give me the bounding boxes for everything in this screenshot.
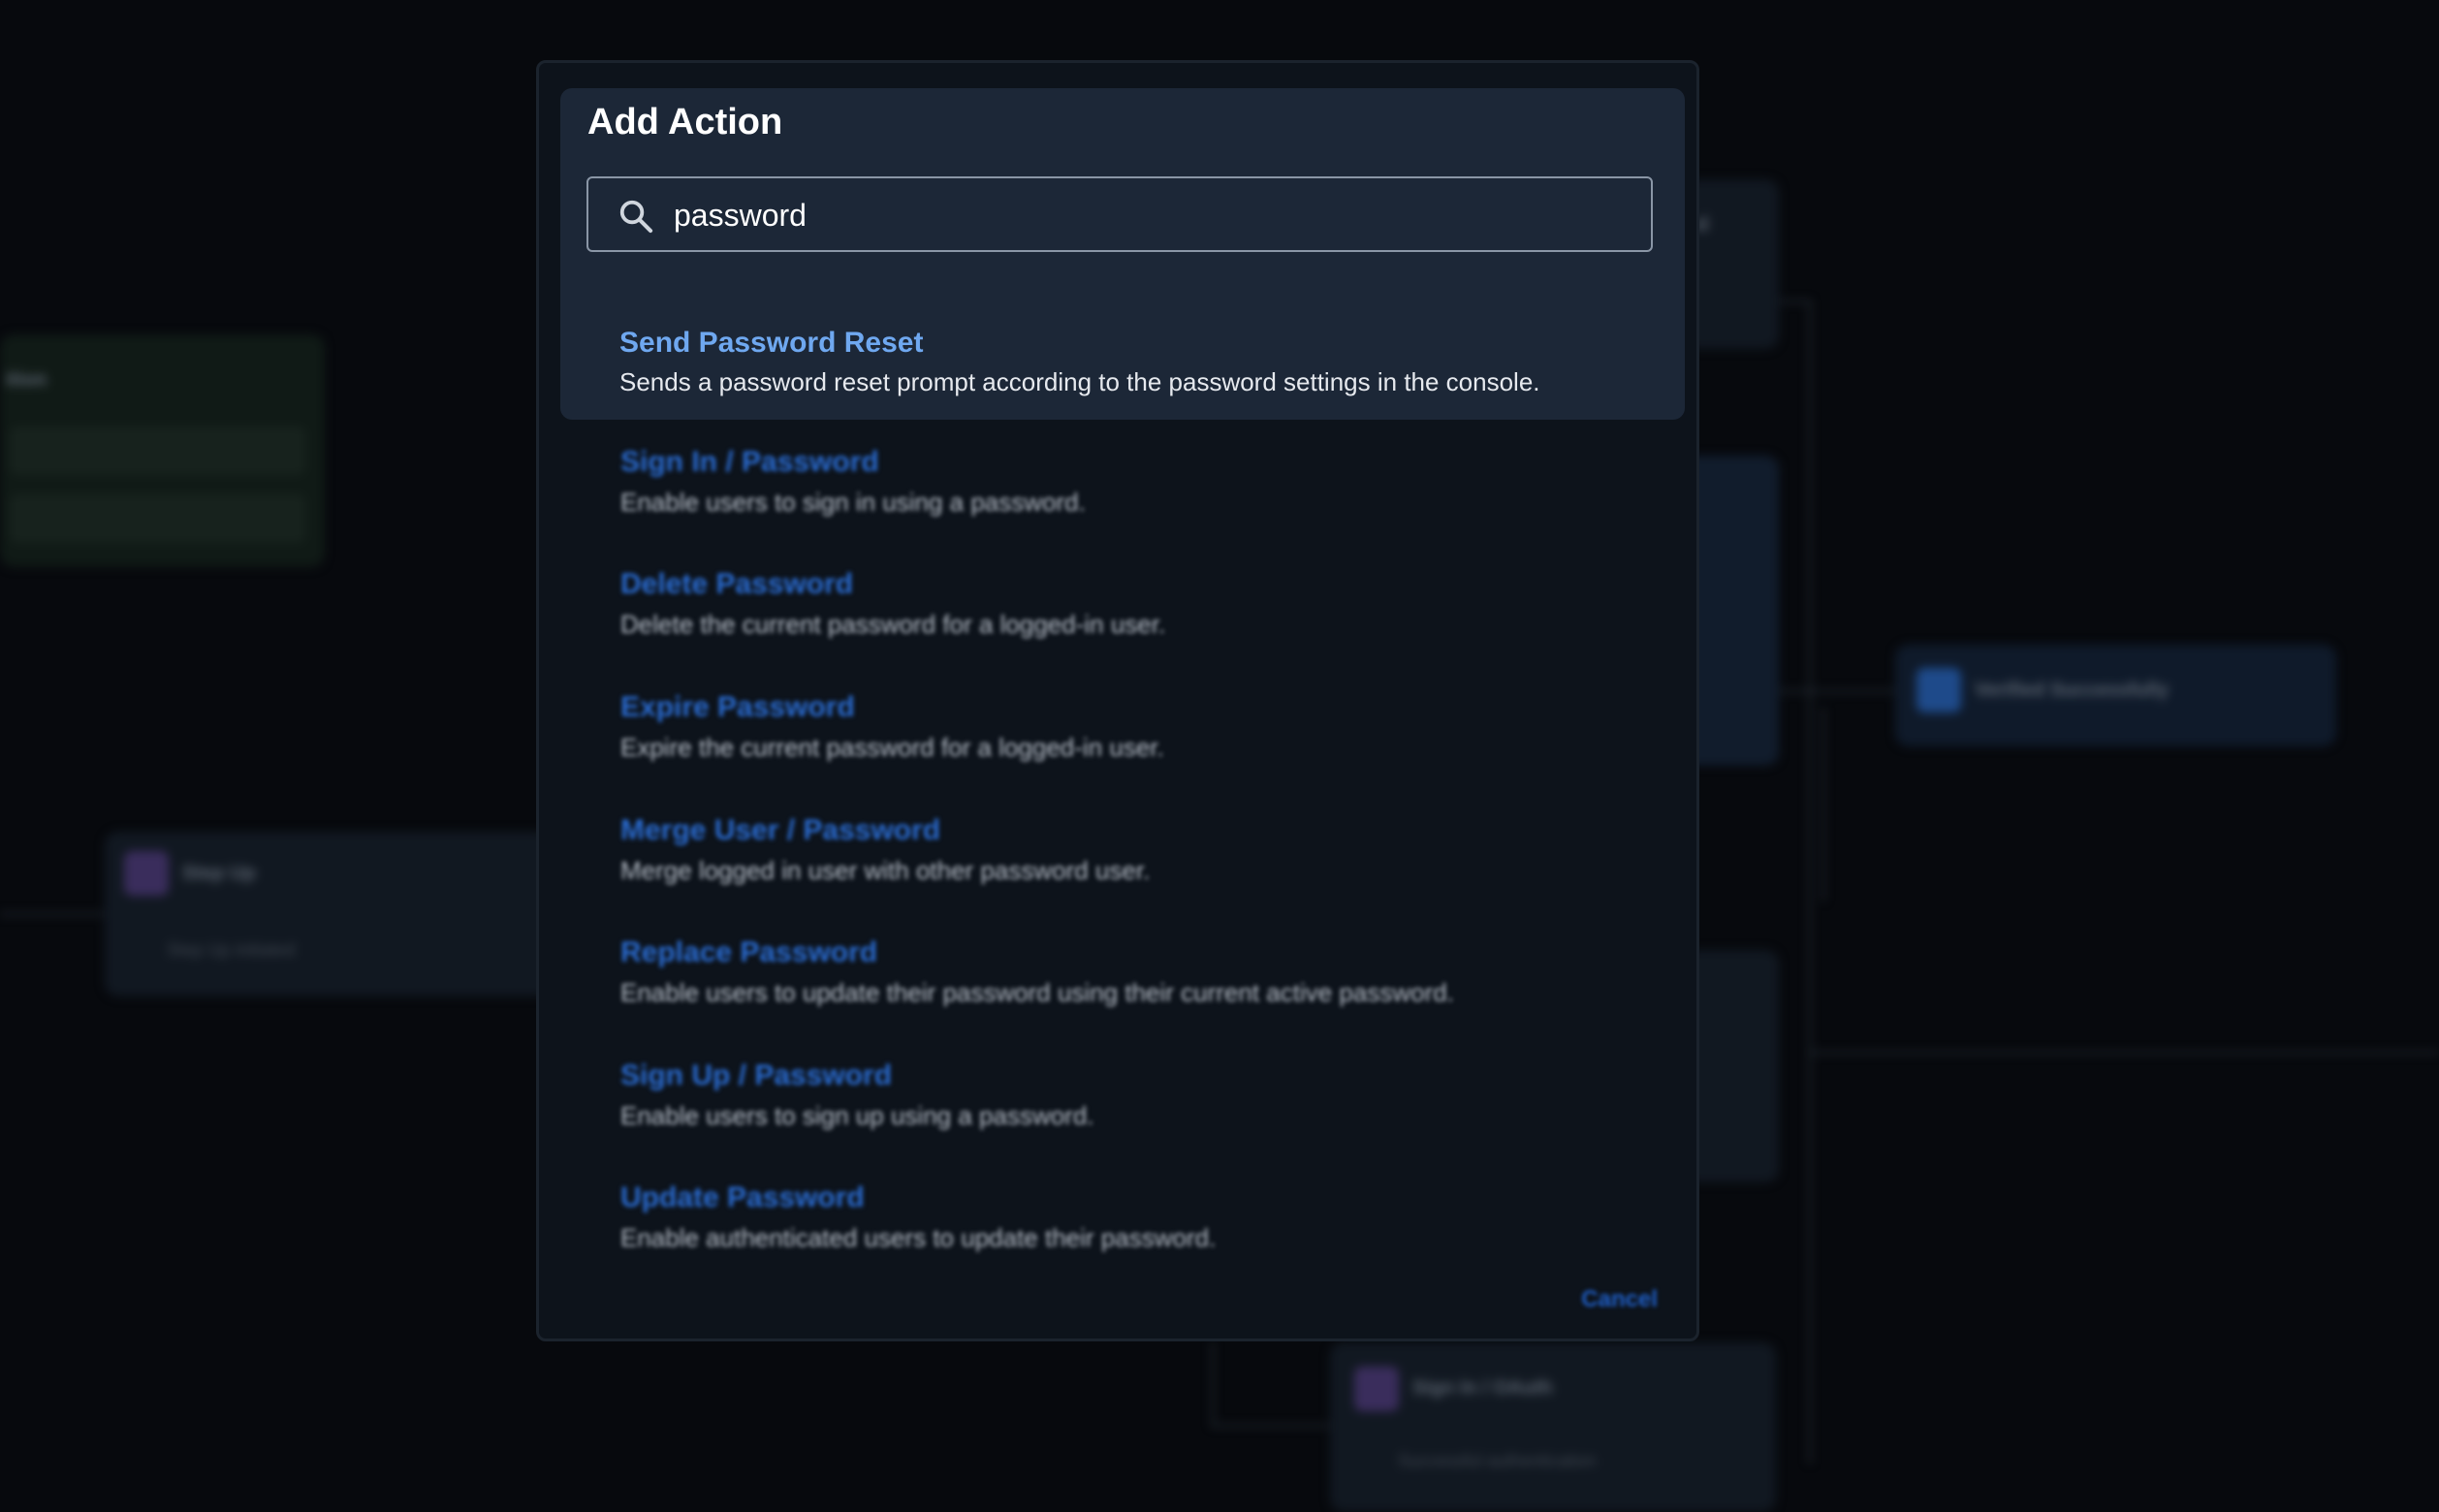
action-item-title: Sign Up / Password xyxy=(620,1059,893,1091)
action-item-title: Delete Password xyxy=(620,568,854,600)
condition-row xyxy=(10,426,305,475)
action-item-update-password[interactable]: Update Password Enable authenticated use… xyxy=(620,1181,1590,1278)
action-item-title: Sign In / Password xyxy=(620,446,879,478)
action-item-title: Merge User / Password xyxy=(620,814,941,846)
action-item-replace-password[interactable]: Replace Password Enable users to update … xyxy=(620,936,1590,1033)
action-item-description: Enable authenticated users to update the… xyxy=(620,1223,1217,1252)
step-up-node: Step Up Step Up initiated xyxy=(105,832,551,996)
connector-line xyxy=(1811,1052,2439,1054)
action-results-list: Sign In / Password Enable users to sign … xyxy=(539,63,1696,1339)
oauth-node-subtitle: Successful authentication xyxy=(1398,1451,1597,1470)
action-item-title: Update Password xyxy=(620,1181,865,1213)
action-item-title: Expire Password xyxy=(620,691,855,723)
connector-line xyxy=(1212,1342,1214,1425)
connector-line xyxy=(1779,300,1810,302)
step-up-node-title: Step Up xyxy=(182,863,256,884)
app-stage: ition Step Up Step Up initiated d Verifi… xyxy=(0,0,2439,1512)
action-item-description: Expire the current password for a logged… xyxy=(620,733,1164,762)
oauth-node-icon xyxy=(1354,1367,1399,1411)
cancel-button[interactable]: Cancel xyxy=(1581,1286,1658,1313)
verified-node-icon xyxy=(1916,668,1961,712)
verified-node: Verified Successfully xyxy=(1895,645,2336,746)
action-item-description: Merge logged in user with other password… xyxy=(620,856,1151,885)
action-item-description: Enable users to sign in using a password… xyxy=(620,488,1086,517)
connector-line xyxy=(1822,708,1824,901)
connector-line xyxy=(0,913,105,915)
action-item-delete-password[interactable]: Delete Password Delete the current passw… xyxy=(620,568,1590,665)
condition-row xyxy=(10,494,305,543)
step-up-node-icon xyxy=(124,851,169,896)
connector-line xyxy=(1212,1425,1330,1427)
connector-line xyxy=(1779,690,1895,692)
connector-line xyxy=(1809,300,1811,1464)
oauth-node-title: Sign In / OAuth xyxy=(1412,1377,1553,1399)
action-item-sign-in-password[interactable]: Sign In / Password Enable users to sign … xyxy=(620,446,1590,543)
action-item-description: Enable users to update their password us… xyxy=(620,978,1454,1007)
action-item-merge-user-password[interactable]: Merge User / Password Merge logged in us… xyxy=(620,814,1590,911)
step-up-node-subtitle: Step Up initiated xyxy=(167,940,296,960)
action-item-title: Replace Password xyxy=(620,936,878,968)
action-item-description: Delete the current password for a logged… xyxy=(620,610,1166,639)
verified-node-title: Verified Successfully xyxy=(1975,679,2170,701)
add-action-modal: Add Action Send Password Reset Sends a p… xyxy=(536,60,1699,1341)
oauth-node: Sign In / OAuth Successful authenticatio… xyxy=(1330,1342,1776,1512)
action-item-sign-up-password[interactable]: Sign Up / Password Enable users to sign … xyxy=(620,1059,1590,1156)
action-item-description: Enable users to sign up using a password… xyxy=(620,1101,1094,1130)
condition-node-label: ition xyxy=(6,369,48,391)
condition-node: ition xyxy=(0,334,325,567)
action-item-expire-password[interactable]: Expire Password Expire the current passw… xyxy=(620,691,1590,788)
